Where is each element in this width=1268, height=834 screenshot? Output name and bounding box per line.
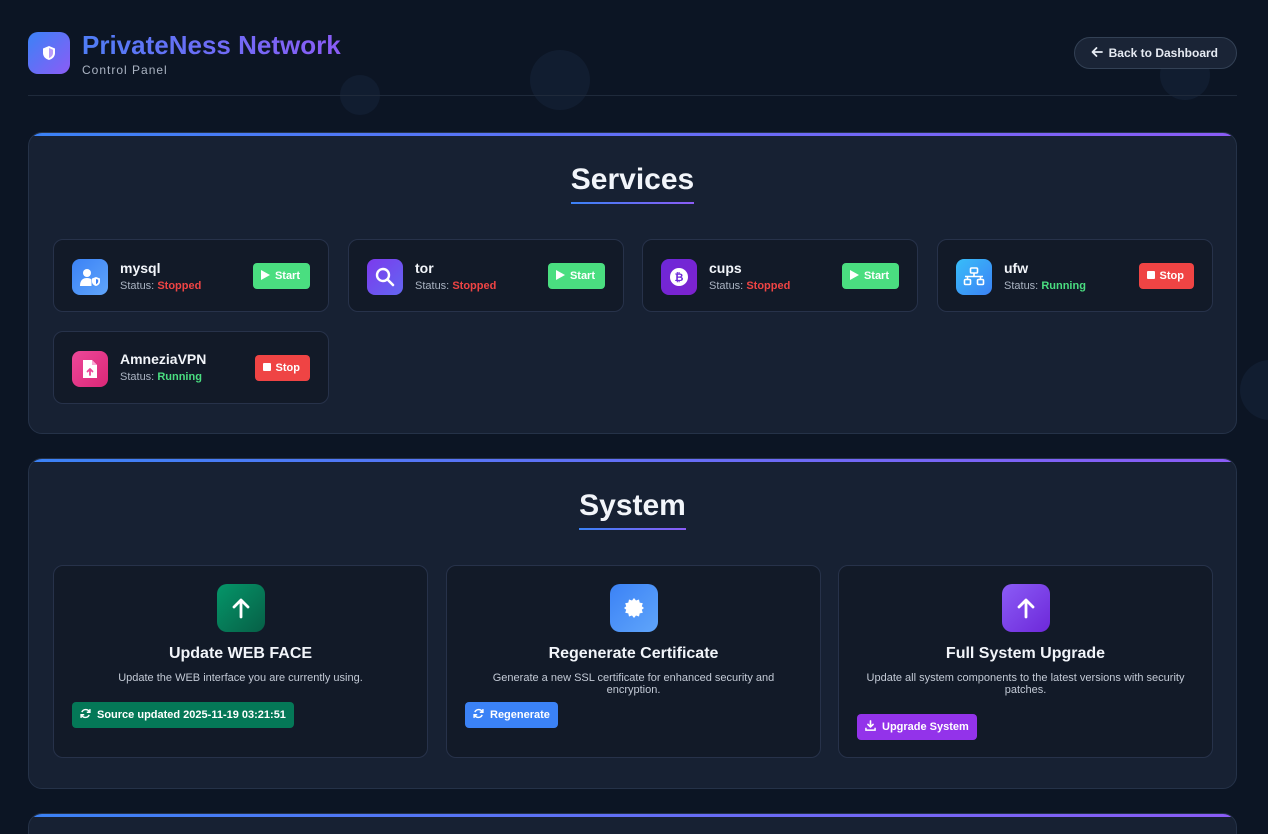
card-description: Update the WEB interface you are current… [118, 672, 363, 684]
service-card-ufw: ufw Status: Running Stop [937, 239, 1213, 312]
file-upload-icon [72, 351, 108, 387]
start-mysql-button[interactable]: Start [252, 263, 310, 289]
play-icon [555, 269, 565, 283]
system-panel: System Update WEB FACE Update the WEB in… [28, 458, 1237, 789]
button-label: Stop [275, 362, 300, 374]
header: PrivateNess Network Control Panel Back t… [28, 28, 1237, 96]
regenerate-certificate-card: Regenerate Certificate Generate a new SS… [446, 565, 821, 758]
service-status: Status: Stopped [709, 280, 791, 292]
service-card-amneziavpn: AmneziaVPN Status: Running Stop [53, 331, 329, 404]
network-icon [956, 259, 992, 295]
button-label: Start [569, 270, 595, 282]
services-title: Services [570, 163, 695, 196]
refresh-icon [473, 708, 484, 722]
bitcoin-icon: ₿ [661, 259, 697, 295]
service-status: Status: Stopped [415, 280, 497, 292]
regenerate-button[interactable]: Regenerate [465, 702, 558, 728]
start-tor-button[interactable]: Start [547, 263, 605, 289]
services-title-underline [571, 202, 694, 204]
service-card-cups: ₿ cups Status: Stopped Start [642, 239, 918, 312]
arrow-up-icon [1001, 584, 1050, 632]
service-card-tor: tor Status: Stopped Start [348, 239, 624, 312]
shield-logo-icon [28, 32, 70, 74]
svg-text:₿: ₿ [675, 271, 684, 284]
next-panel [28, 813, 1237, 834]
user-shield-icon [72, 259, 108, 295]
stop-icon [262, 362, 271, 374]
service-name: AmneziaVPN [120, 351, 207, 367]
service-status: Status: Running [1004, 280, 1086, 292]
stop-amneziavpn-button[interactable]: Stop [254, 355, 310, 381]
app-title: PrivateNess Network [82, 30, 341, 60]
back-button-label: Back to Dashboard [1108, 46, 1218, 60]
stop-ufw-button[interactable]: Stop [1138, 263, 1194, 289]
button-label: Regenerate [490, 709, 550, 721]
card-title: Full System Upgrade [945, 645, 1106, 662]
service-status: Status: Stopped [120, 280, 202, 292]
play-icon [849, 269, 859, 283]
service-name: cups [709, 260, 742, 276]
status-value: Stopped [157, 280, 202, 292]
card-description: Update all system components to the late… [866, 672, 1185, 696]
source-updated-button[interactable]: Source updated 2025-11-19 03:21:51 [72, 702, 294, 728]
button-label: Start [863, 270, 889, 282]
full-system-upgrade-card: Full System Upgrade Update all system co… [838, 565, 1213, 758]
service-name: mysql [120, 260, 161, 276]
button-label: Upgrade System [882, 721, 969, 733]
upgrade-system-button[interactable]: Upgrade System [857, 714, 977, 740]
certificate-icon [609, 584, 658, 632]
services-panel: Services mysql Status: Stopped Start tor… [28, 132, 1237, 434]
service-name: tor [415, 260, 434, 276]
card-title: Update WEB FACE [168, 645, 313, 662]
status-value: Stopped [452, 280, 497, 292]
search-icon [367, 259, 403, 295]
status-value: Running [1041, 280, 1086, 292]
play-icon [260, 269, 270, 283]
status-value: Running [157, 371, 202, 383]
start-cups-button[interactable]: Start [841, 263, 899, 289]
refresh-icon [80, 708, 91, 722]
button-label: Stop [1159, 270, 1184, 282]
back-to-dashboard-button[interactable]: Back to Dashboard [1073, 37, 1237, 69]
system-title-underline [579, 528, 686, 530]
button-label: Source updated 2025-11-19 03:21:51 [97, 709, 286, 721]
service-name: ufw [1004, 260, 1029, 276]
card-title: Regenerate Certificate [548, 645, 719, 662]
app-subtitle: Control Panel [82, 63, 168, 77]
update-web-face-card: Update WEB FACE Update the WEB interface… [53, 565, 428, 758]
arrow-left-icon [1091, 46, 1103, 61]
service-status: Status: Running [120, 371, 202, 383]
service-card-mysql: mysql Status: Stopped Start [53, 239, 329, 312]
system-title: System [579, 489, 686, 522]
download-icon [865, 720, 876, 734]
status-value: Stopped [746, 280, 791, 292]
card-description: Generate a new SSL certificate for enhan… [492, 672, 775, 696]
button-label: Start [274, 270, 300, 282]
stop-icon [1146, 270, 1155, 282]
arrow-up-icon [216, 584, 265, 632]
